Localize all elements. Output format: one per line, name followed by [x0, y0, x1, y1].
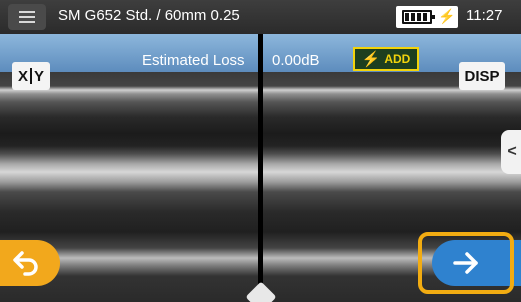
xy-x-label: X: [17, 67, 28, 85]
xy-view-button[interactable]: X Y: [12, 62, 50, 90]
menu-button[interactable]: [8, 4, 46, 30]
lightning-bolt-icon: ⚡: [361, 50, 381, 68]
battery-icon: [402, 10, 435, 24]
fiber-mode-label[interactable]: SM G652 Std. / 60mm 0.25: [58, 7, 240, 24]
disp-label: DISP: [464, 67, 500, 85]
clock: 11:27: [466, 7, 503, 24]
add-loss-button[interactable]: ⚡ ADD: [353, 47, 419, 71]
back-button[interactable]: [0, 240, 60, 286]
chevron-left-icon: <: [507, 143, 517, 160]
next-button-highlight: [418, 232, 514, 294]
xy-divider: [30, 68, 32, 84]
charging-bolt-icon: ⚡: [438, 8, 456, 24]
return-arrow-icon: [13, 251, 38, 276]
side-panel-tab[interactable]: <: [501, 130, 521, 174]
status-bar: SM G652 Std. / 60mm 0.25 ⚡ 11:27: [0, 0, 521, 34]
battery-indicator: ⚡: [396, 6, 458, 28]
estimated-loss-value: 0.00dB: [272, 52, 320, 69]
estimated-loss-label: Estimated Loss: [142, 52, 245, 69]
add-label: ADD: [384, 52, 411, 66]
xy-y-label: Y: [34, 67, 45, 85]
center-alignment-line: [258, 34, 263, 302]
splicer-screen: SM G652 Std. / 60mm 0.25 ⚡ 11:27 Estimat…: [0, 0, 521, 302]
disp-button[interactable]: DISP: [459, 62, 505, 90]
